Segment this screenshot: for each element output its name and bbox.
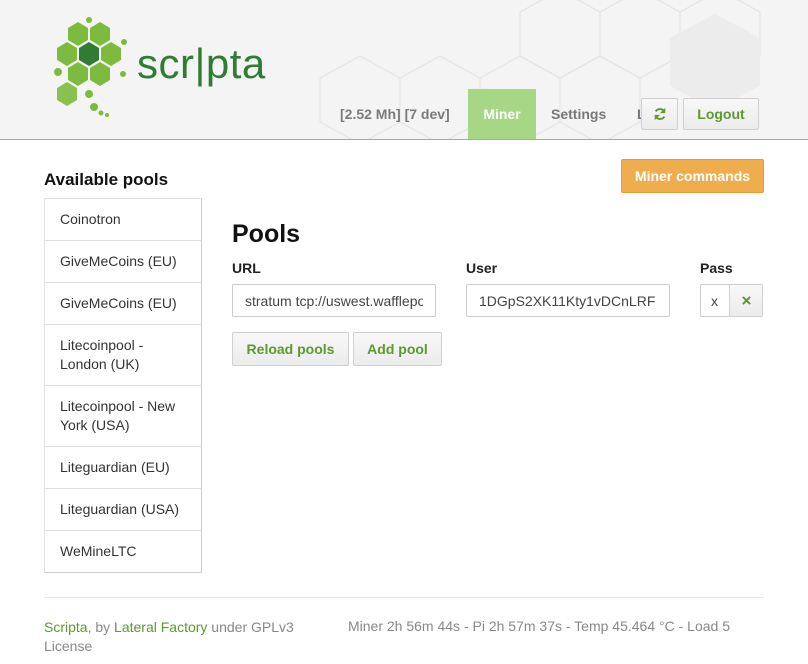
footer-by-text: , by xyxy=(87,619,115,635)
pool-item[interactable]: Litecoinpool - London (UK) xyxy=(44,324,202,385)
pool-user-input[interactable] xyxy=(466,284,670,317)
pools-heading: Pools xyxy=(232,220,301,248)
pool-item[interactable]: Coinotron xyxy=(44,198,202,240)
remove-pool-button[interactable] xyxy=(729,284,763,317)
pool-item[interactable]: WeMineLTC xyxy=(44,530,202,573)
pool-pass-input[interactable] xyxy=(700,284,730,317)
pool-item[interactable]: Litecoinpool - New York (USA) xyxy=(44,385,202,446)
footer-system-stats: Miner 2h 56m 44s - Pi 2h 57m 37s - Temp … xyxy=(348,618,730,634)
hashrate-status: [2.52 Mh] [7 dev] xyxy=(340,106,450,122)
available-pools-heading: Available pools xyxy=(44,170,169,189)
pool-item[interactable]: Liteguardian (EU) xyxy=(44,446,202,488)
close-icon xyxy=(741,296,751,305)
pool-url-input[interactable] xyxy=(232,284,436,317)
brand-name: scr|pta xyxy=(137,40,266,87)
scripta-link[interactable]: Scripta xyxy=(44,619,88,635)
pool-item[interactable]: GiveMeCoins (EU) xyxy=(44,240,202,282)
scripta-logo xyxy=(54,17,127,117)
url-column-label: URL xyxy=(232,260,261,276)
nav-tab-settings[interactable]: Settings xyxy=(551,106,606,122)
user-column-label: User xyxy=(466,260,498,276)
footer-credits: Scripta, by Lateral Factory under GPLv3 … xyxy=(44,618,334,656)
pool-item[interactable]: Liteguardian (USA) xyxy=(44,488,202,530)
refresh-icon xyxy=(654,107,665,121)
pass-column-label: Pass xyxy=(700,260,733,276)
reload-pools-button[interactable]: Reload pools xyxy=(232,332,349,366)
nav-tab-miner[interactable]: Miner xyxy=(468,89,536,139)
available-pools-list: Coinotron GiveMeCoins (EU) GiveMeCoins (… xyxy=(44,198,202,573)
add-pool-button[interactable]: Add pool xyxy=(353,332,442,366)
footer-divider xyxy=(44,597,764,598)
miner-commands-button[interactable]: Miner commands xyxy=(621,159,764,193)
header: scr|pta [2.52 Mh] [7 dev] Miner Settings… xyxy=(0,0,808,140)
lateral-factory-link[interactable]: Lateral Factory xyxy=(114,619,207,635)
pool-item[interactable]: GiveMeCoins (EU) xyxy=(44,282,202,324)
logout-button[interactable]: Logout xyxy=(683,98,759,130)
refresh-button[interactable] xyxy=(641,98,678,130)
